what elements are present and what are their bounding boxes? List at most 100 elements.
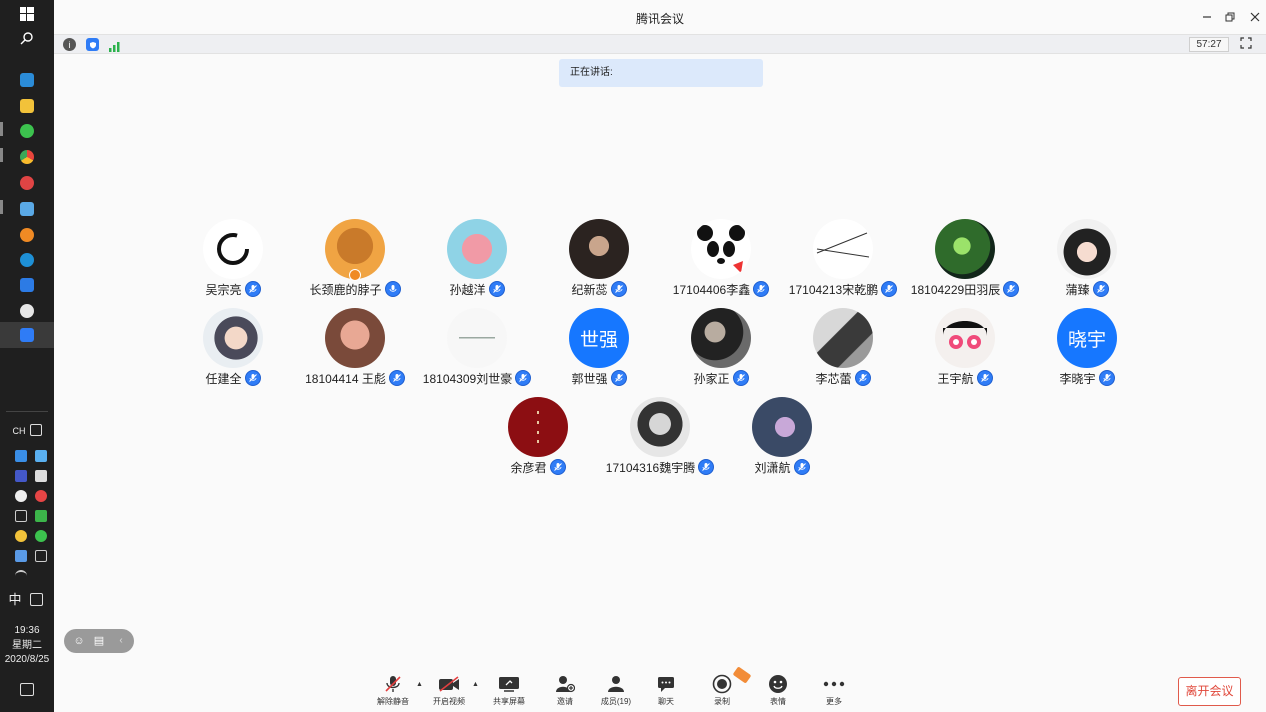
- microphone-tray-icon[interactable]: [35, 470, 47, 482]
- participant-name: 17104213宋乾鹏: [788, 282, 879, 297]
- clock-time[interactable]: 19:36: [0, 625, 54, 637]
- notification-center-icon[interactable]: [20, 683, 34, 696]
- participant-tile[interactable]: 晓宇 李晓宇: [1026, 308, 1148, 388]
- close-button[interactable]: [1246, 8, 1264, 26]
- file-explorer-icon[interactable]: [20, 99, 34, 113]
- avatar: [691, 308, 751, 368]
- participant-tile[interactable]: 王宇航: [904, 308, 1026, 388]
- smiley-icon: [767, 674, 789, 694]
- message-icon[interactable]: ▤: [92, 634, 106, 648]
- tray-app-icon[interactable]: [15, 530, 27, 542]
- edge-app-icon[interactable]: [20, 253, 34, 267]
- tray-app-icon[interactable]: [15, 550, 27, 562]
- participant-tile[interactable]: 17104316魏宇腾: [599, 397, 721, 477]
- chrome-app-icon[interactable]: [20, 150, 34, 164]
- leave-meeting-button[interactable]: 离开会议: [1178, 677, 1241, 706]
- avatar: [691, 219, 751, 279]
- chat-button[interactable]: 聊天: [641, 674, 691, 710]
- speaking-indicator: 正在讲话:: [559, 59, 763, 87]
- taskbar-active-marker: [0, 148, 3, 162]
- participant-tile[interactable]: 刘潇航: [721, 397, 843, 477]
- participant-tile[interactable]: 世强 郭世强: [538, 308, 660, 388]
- info-icon[interactable]: i: [63, 38, 76, 51]
- security-shield-icon[interactable]: [86, 38, 99, 51]
- search-app-icon[interactable]: [20, 228, 34, 242]
- app-icon[interactable]: [20, 278, 34, 292]
- participant-tile[interactable]: 17104406李鑫: [660, 219, 782, 299]
- tray-app-icon[interactable]: [15, 470, 27, 482]
- participant-tile[interactable]: 孙家正: [660, 308, 782, 388]
- members-button[interactable]: 成员(19): [591, 674, 641, 710]
- wechat-app-icon[interactable]: [20, 124, 34, 138]
- more-dots-icon: [823, 674, 845, 694]
- participant-name: 蒲臻: [1065, 282, 1090, 297]
- avatar: 世强: [569, 308, 629, 368]
- minimize-button[interactable]: [1198, 8, 1216, 26]
- chat-label: 聊天: [658, 697, 674, 706]
- participant-tile[interactable]: 任建全: [172, 308, 294, 388]
- signal-strength-icon[interactable]: [109, 39, 121, 52]
- more-button[interactable]: 更多: [809, 674, 859, 710]
- participant-tile[interactable]: 长颈鹿的脖子: [294, 219, 416, 299]
- app-icon[interactable]: [20, 176, 34, 190]
- taskbar-active-app[interactable]: [0, 322, 54, 348]
- mic-muted-icon: [1003, 281, 1020, 297]
- mic-muted-icon: [388, 370, 405, 386]
- participant-tile[interactable]: 李芯蕾: [782, 308, 904, 388]
- mic-muted-icon: [515, 370, 532, 386]
- mail-app-icon[interactable]: [20, 73, 34, 87]
- taskbar-divider: [6, 411, 48, 412]
- chat-icon: [655, 674, 677, 694]
- mic-muted-icon: [698, 459, 715, 475]
- unmute-button[interactable]: 解除静音: [368, 674, 418, 710]
- search-icon[interactable]: [17, 28, 37, 48]
- taskbar-active-marker: [0, 200, 3, 214]
- participant-tile[interactable]: 蒲臻: [1026, 219, 1148, 299]
- participant-name: 李晓宇: [1059, 371, 1096, 386]
- security-tray-icon[interactable]: [35, 510, 47, 522]
- chevron-left-icon[interactable]: ‹: [114, 634, 128, 648]
- windows-start-icon[interactable]: [17, 4, 37, 24]
- app-icon[interactable]: [20, 202, 34, 216]
- avatar-initials: 晓宇: [1067, 328, 1106, 351]
- tray-app-icon[interactable]: [15, 490, 27, 502]
- battery-icon[interactable]: [35, 550, 47, 562]
- participant-name: 纪新蕊: [571, 282, 608, 297]
- fullscreen-icon[interactable]: [1240, 37, 1254, 51]
- mic-muted-icon: [1098, 370, 1115, 386]
- ime-keyboard-icon[interactable]: [30, 593, 43, 606]
- app-icon[interactable]: [20, 304, 34, 318]
- caret-up-icon[interactable]: ▲: [472, 681, 480, 689]
- clock-date[interactable]: 2020/8/25: [0, 654, 54, 666]
- chat-float-toggle[interactable]: ☺ ▤ ‹: [64, 629, 134, 653]
- wechat-tray-icon[interactable]: [35, 530, 47, 542]
- participant-tile[interactable]: 17104213宋乾鹏: [782, 219, 904, 299]
- mic-muted-icon: [1092, 281, 1109, 297]
- participant-name: 孙越洋: [449, 282, 486, 297]
- share-screen-label: 共享屏幕: [493, 697, 525, 706]
- avatar: [325, 308, 385, 368]
- participant-tile[interactable]: 吴宗亮: [172, 219, 294, 299]
- avatar: [447, 308, 507, 368]
- participant-tile[interactable]: 18104309刘世豪: [416, 308, 538, 388]
- participant-tile[interactable]: 18104229田羽辰: [904, 219, 1026, 299]
- mic-muted-icon: [244, 281, 261, 297]
- restore-button[interactable]: [1221, 8, 1239, 26]
- tray-app-icon[interactable]: [35, 450, 47, 462]
- caret-up-icon[interactable]: ▲: [416, 681, 424, 689]
- volume-icon[interactable]: [15, 510, 27, 522]
- participant-tile[interactable]: 纪新蕊: [538, 219, 660, 299]
- participant-tile[interactable]: 余彦君: [477, 397, 599, 477]
- participant-tile[interactable]: 孙越洋: [416, 219, 538, 299]
- keyboard-icon[interactable]: [30, 424, 42, 436]
- participant-tile[interactable]: 18104414 王彪: [294, 308, 416, 388]
- clock-weekday[interactable]: 星期二: [0, 640, 54, 652]
- invite-button[interactable]: 邀请: [540, 674, 590, 710]
- qq-tray-icon[interactable]: [35, 490, 47, 502]
- start-video-button[interactable]: 开启视频: [424, 674, 474, 710]
- share-screen-button[interactable]: 共享屏幕: [484, 674, 534, 710]
- emoji-icon[interactable]: ☺: [72, 634, 86, 648]
- wifi-icon[interactable]: [15, 570, 27, 582]
- emoji-button[interactable]: 表情: [753, 674, 803, 710]
- tray-app-icon[interactable]: [15, 450, 27, 462]
